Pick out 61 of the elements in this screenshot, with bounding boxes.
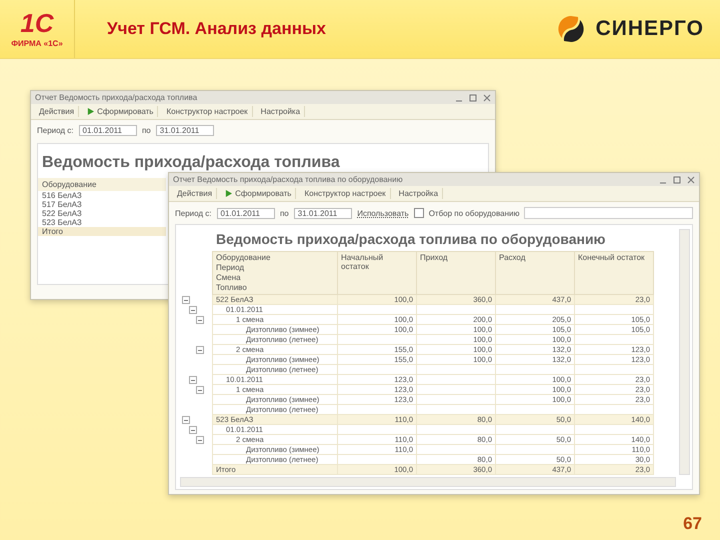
filter-checkbox[interactable] — [414, 208, 424, 218]
column-header: Начальный остаток — [338, 252, 416, 294]
period-label: по — [142, 126, 151, 135]
horizontal-scrollbar[interactable] — [180, 477, 676, 487]
table-cell: Итого — [38, 227, 166, 236]
toolbar-button[interactable]: Настройка — [256, 106, 306, 117]
close-icon[interactable] — [687, 176, 695, 184]
toolbar-button[interactable]: Конструктор настроек — [162, 106, 253, 117]
period-label: по — [280, 208, 289, 218]
filter-field[interactable] — [524, 207, 693, 219]
play-icon — [225, 190, 232, 197]
date-field[interactable]: 01.01.2011 — [216, 208, 275, 218]
column-header: Расход — [496, 252, 574, 294]
report-title: Ведомость прихода/расхода топлива — [41, 153, 341, 173]
window-title: Отчет Ведомость прихода/расхода топлива — [35, 93, 198, 102]
column-header: Период — [216, 263, 246, 273]
date-field[interactable]: 01.01.2011 — [78, 125, 137, 136]
column-header: Смена — [216, 273, 242, 283]
collapse-toggle[interactable] — [196, 316, 204, 324]
collapse-toggle[interactable] — [196, 346, 204, 354]
toolbar-button[interactable]: Сформировать — [83, 106, 158, 117]
collapse-toggle[interactable] — [182, 416, 190, 424]
column-header: Топливо — [216, 283, 248, 293]
column-header: Конечный остаток — [574, 252, 654, 294]
toolbar-button[interactable]: Сформировать — [221, 188, 296, 199]
table-cell-text: 517 БелАЗ — [41, 200, 83, 209]
collapse-toggle[interactable] — [189, 426, 197, 434]
maximize-icon[interactable] — [469, 94, 477, 102]
filter-label: Отбор по оборудованию — [428, 208, 520, 218]
play-icon — [87, 108, 94, 115]
slide-title: Учет ГСМ. Анализ данных — [107, 19, 326, 39]
window-title: Отчет Ведомость прихода/расхода топлива по оборудованию — [173, 175, 403, 184]
period-label: Период с: — [37, 126, 74, 135]
column-header: Оборудование — [38, 178, 166, 191]
table-cell-text: 516 БелАЗ — [41, 191, 83, 200]
collapse-toggle[interactable] — [189, 306, 197, 314]
brand-name: СИНЕРГО — [596, 17, 704, 41]
page-number: 67 — [683, 514, 702, 534]
logo-caption: ФИРМА «1С» — [11, 39, 63, 48]
date-field[interactable]: 31.01.2011 — [294, 208, 352, 218]
period-label: Период с: — [175, 208, 212, 218]
vertical-scrollbar[interactable] — [679, 229, 690, 475]
collapse-toggle[interactable] — [182, 296, 190, 304]
column-header: Приход — [416, 252, 496, 294]
toolbar-button[interactable]: Действия — [173, 188, 218, 199]
logo-mark: 1С — [20, 10, 54, 36]
toolbar-button[interactable]: Конструктор настроек — [300, 188, 391, 199]
brand-swirl-icon — [556, 14, 586, 44]
use-filter-link[interactable]: Использовать — [357, 208, 409, 218]
report-title: Ведомость прихода/расхода топлива по оборудованию — [215, 230, 607, 249]
collapse-toggle[interactable] — [196, 436, 204, 444]
column-header: Оборудование — [216, 253, 272, 263]
collapse-toggle[interactable] — [196, 386, 204, 394]
table-cell-text: 523 БелАЗ — [41, 218, 83, 227]
date-field[interactable]: 31.01.2011 — [156, 125, 214, 136]
maximize-icon[interactable] — [673, 176, 681, 184]
toolbar-button[interactable]: Действия — [35, 106, 80, 117]
toolbar-button[interactable]: Настройка — [394, 188, 444, 199]
collapse-toggle[interactable] — [189, 376, 197, 384]
close-icon[interactable] — [483, 94, 491, 102]
table-cell-text: 522 БелАЗ — [41, 209, 83, 218]
